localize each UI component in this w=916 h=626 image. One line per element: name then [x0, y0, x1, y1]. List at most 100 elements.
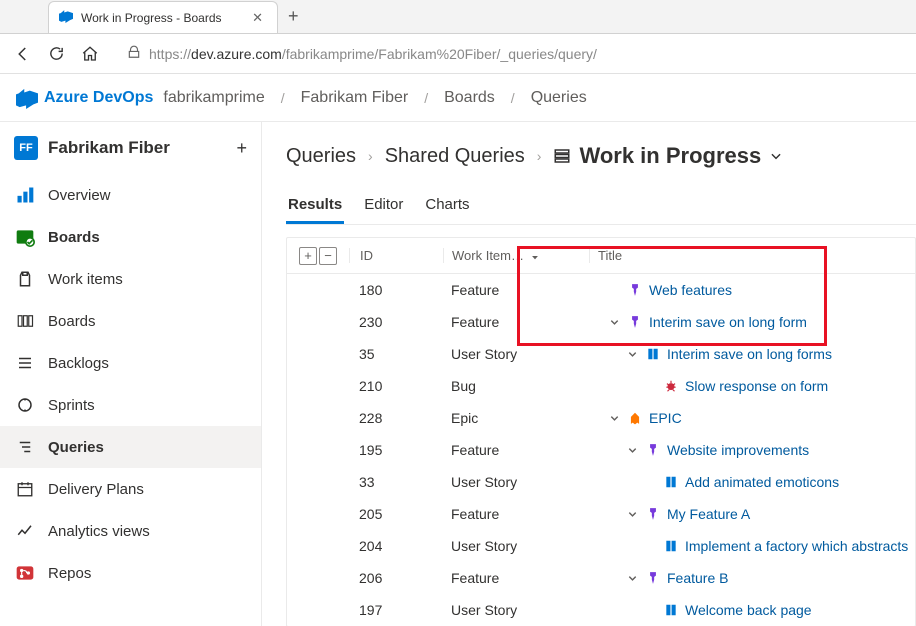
table-row[interactable]: 204User StoryImplement a factory which a… [287, 530, 915, 562]
sprints-icon [14, 394, 36, 416]
breadcrumb-service[interactable]: Boards [444, 89, 495, 107]
cell-type: User Story [443, 538, 589, 554]
column-header-id[interactable]: ID [349, 248, 443, 263]
sidebar: FF Fabrikam Fiber + OverviewBoardsWork i… [0, 122, 262, 626]
queries-icon [14, 436, 36, 458]
project-header[interactable]: FF Fabrikam Fiber + [0, 122, 261, 174]
chevron-down-icon[interactable] [607, 317, 621, 328]
breadcrumb-folder[interactable]: Shared Queries [385, 145, 525, 168]
tab-results[interactable]: Results [286, 188, 344, 224]
work-item-link[interactable]: Welcome back page [685, 602, 812, 618]
table-row[interactable]: 205FeatureMy Feature A [287, 498, 915, 530]
chevron-down-icon[interactable] [625, 573, 639, 584]
close-icon[interactable]: ✕ [248, 8, 267, 28]
tab-editor[interactable]: Editor [362, 188, 405, 224]
breadcrumb-project[interactable]: Fabrikam Fiber [301, 89, 409, 107]
work-item-link[interactable]: Feature B [667, 570, 728, 586]
breadcrumb-section[interactable]: Queries [531, 89, 587, 107]
story-icon [663, 475, 679, 489]
cell-type: Feature [443, 442, 589, 458]
results-grid: + − ID Work Item… Title 180FeatureWeb fe… [286, 237, 916, 626]
sidebar-item-label: Boards [48, 313, 96, 330]
table-row[interactable]: 206Feature Feature B [287, 562, 915, 594]
sidebar-item-repos[interactable]: Repos [0, 552, 261, 594]
table-row[interactable]: 180FeatureWeb features [287, 274, 915, 306]
product-header: Azure DevOps fabrikamprime / Fabrikam Fi… [0, 74, 916, 122]
cell-id: 206 [287, 570, 443, 586]
work-item-link[interactable]: Interim save on long forms [667, 346, 832, 362]
chevron-down-icon[interactable] [625, 445, 639, 456]
azure-devops-icon [59, 9, 73, 26]
sidebar-item-label: Queries [48, 439, 104, 456]
expand-all-button[interactable]: + [299, 247, 317, 265]
tab-title: Work in Progress - Boards [81, 11, 240, 25]
project-name: Fabrikam Fiber [48, 138, 226, 158]
breadcrumb-org[interactable]: fabrikamprime [163, 89, 264, 107]
feature-icon [645, 443, 661, 457]
table-row[interactable]: 197User StoryWelcome back page [287, 594, 915, 626]
cell-type: Epic [443, 410, 589, 426]
sidebar-item-backlogs[interactable]: Backlogs [0, 342, 261, 384]
column-header-title[interactable]: Title [589, 248, 915, 263]
story-icon [663, 603, 679, 617]
work-item-link[interactable]: EPIC [649, 410, 682, 426]
cell-type: User Story [443, 602, 589, 618]
workitems-icon [14, 268, 36, 290]
add-button[interactable]: + [236, 138, 247, 159]
sidebar-item-boards[interactable]: Boards [0, 216, 261, 258]
cell-type: Feature [443, 570, 589, 586]
work-item-link[interactable]: Interim save on long form [649, 314, 807, 330]
chevron-down-icon[interactable] [625, 509, 639, 520]
analytics-icon [14, 520, 36, 542]
sidebar-item-delivery-plans[interactable]: Delivery Plans [0, 468, 261, 510]
work-item-link[interactable]: My Feature A [667, 506, 750, 522]
refresh-button[interactable] [48, 45, 65, 62]
work-item-link[interactable]: Add animated emoticons [685, 474, 839, 490]
work-item-link[interactable]: Web features [649, 282, 732, 298]
work-item-link[interactable]: Implement a factory which abstracts [685, 538, 908, 554]
sidebar-item-queries[interactable]: Queries [0, 426, 261, 468]
new-tab-button[interactable]: + [278, 6, 309, 27]
sidebar-item-label: Sprints [48, 397, 95, 414]
home-button[interactable] [81, 45, 99, 63]
browser-tab-strip: Work in Progress - Boards ✕ + [0, 0, 916, 34]
azure-devops-logo[interactable]: Azure DevOps [16, 87, 153, 109]
boards-icon [14, 226, 36, 248]
chevron-down-icon[interactable] [625, 349, 639, 360]
query-title-dropdown[interactable]: Work in Progress [553, 143, 783, 169]
column-header-type[interactable]: Work Item… [443, 248, 589, 263]
sidebar-item-work-items[interactable]: Work items [0, 258, 261, 300]
sidebar-item-analytics-views[interactable]: Analytics views [0, 510, 261, 552]
browser-tab[interactable]: Work in Progress - Boards ✕ [48, 1, 278, 33]
table-row[interactable]: 230Feature Interim save on long form [287, 306, 915, 338]
sidebar-item-label: Delivery Plans [48, 481, 144, 498]
sidebar-item-overview[interactable]: Overview [0, 174, 261, 216]
lock-icon [127, 45, 141, 62]
cell-id: 195 [287, 442, 443, 458]
cell-id: 205 [287, 506, 443, 522]
table-row[interactable]: 35User StoryInterim save on long forms [287, 338, 915, 370]
work-item-link[interactable]: Website improvements [667, 442, 809, 458]
tab-charts[interactable]: Charts [423, 188, 471, 224]
address-bar[interactable]: https://dev.azure.com/fabrikamprime/Fabr… [115, 39, 902, 69]
repos-icon [14, 562, 36, 584]
breadcrumb-queries[interactable]: Queries [286, 145, 356, 168]
sidebar-item-sprints[interactable]: Sprints [0, 384, 261, 426]
cell-type: Feature [443, 314, 589, 330]
table-row[interactable]: 210BugSlow response on form [287, 370, 915, 402]
sort-down-icon [530, 251, 540, 261]
browser-toolbar: https://dev.azure.com/fabrikamprime/Fabr… [0, 34, 916, 74]
cell-id: 228 [287, 410, 443, 426]
table-row[interactable]: 195Feature Website improvements [287, 434, 915, 466]
sidebar-item-boards[interactable]: Boards [0, 300, 261, 342]
chevron-down-icon [769, 149, 783, 163]
table-row[interactable]: 33User StoryAdd animated emoticons [287, 466, 915, 498]
sidebar-item-label: Work items [48, 271, 123, 288]
cell-id: 230 [287, 314, 443, 330]
chevron-down-icon[interactable] [607, 413, 621, 424]
work-item-link[interactable]: Slow response on form [685, 378, 828, 394]
story-icon [663, 539, 679, 553]
table-row[interactable]: 228Epic EPIC [287, 402, 915, 434]
collapse-all-button[interactable]: − [319, 247, 337, 265]
back-button[interactable] [14, 45, 32, 63]
